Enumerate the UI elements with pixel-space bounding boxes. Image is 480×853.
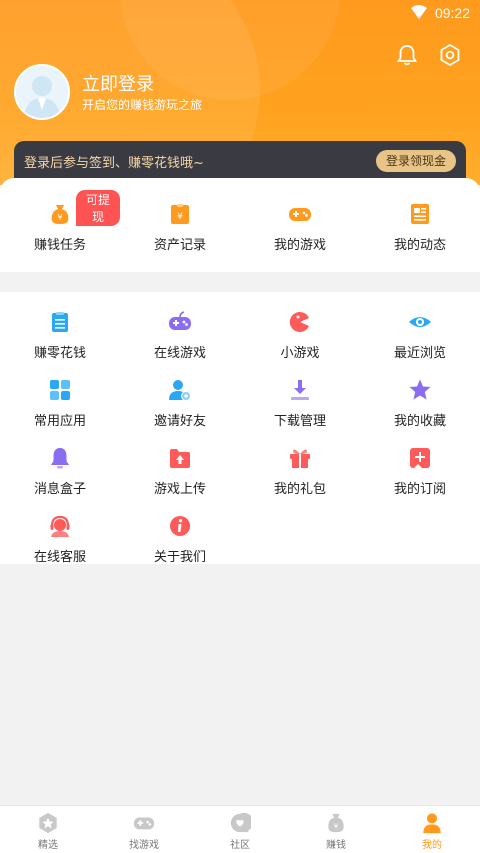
avatar[interactable] — [14, 64, 70, 120]
menu-item-customer-service[interactable]: 在线客服 — [0, 514, 120, 565]
folder-upload-icon — [170, 449, 190, 468]
bottom-tab-bar: 精选 找游戏 社区 ¥ 赚钱 我的 — [0, 805, 480, 853]
menu-item-mini-games[interactable]: 小游戏 — [240, 310, 360, 361]
tab-label: 精选 — [38, 840, 58, 851]
subscribe-icon — [410, 448, 430, 468]
online-game-icon — [169, 311, 191, 330]
quick-action-earn-task[interactable]: 可提现 ¥ 赚钱任务 — [0, 190, 120, 253]
menu-card: 赚零花钱 在线游戏 小游戏 最近浏览 常用应用 邀请好友 下载管理 我的收藏 消… — [0, 292, 480, 565]
quick-action-asset-record[interactable]: ¥ 资产记录 — [120, 202, 240, 253]
menu-item-common-apps[interactable]: 常用应用 — [0, 378, 120, 429]
invite-user-icon — [169, 380, 191, 401]
tab-featured[interactable]: 精选 — [0, 806, 96, 853]
quick-action-label: 资产记录 — [153, 238, 206, 253]
menu-item-label: 赚零花钱 — [33, 346, 86, 361]
menu-item-label: 小游戏 — [280, 346, 320, 361]
menu-item-label: 我的礼包 — [273, 482, 326, 497]
svg-text:¥: ¥ — [334, 822, 339, 831]
tab-mine[interactable]: 我的 — [384, 806, 480, 853]
menu-item-message-box[interactable]: 消息盒子 — [0, 446, 120, 497]
default-avatar-icon — [24, 76, 60, 118]
menu-item-invite-friends[interactable]: 邀请好友 — [120, 378, 240, 429]
tab-label: 社区 — [230, 840, 250, 851]
download-icon — [291, 380, 309, 400]
quick-actions-card: 可提现 ¥ 赚钱任务 ¥ 资产记录 我的游戏 我的动态 — [0, 178, 480, 272]
login-subtitle: 开启您的赚钱游玩之旅 — [82, 98, 203, 112]
settings-icon[interactable] — [437, 42, 463, 68]
status-time: 09:22 — [434, 5, 470, 21]
menu-item-recent-browse[interactable]: 最近浏览 — [360, 310, 480, 361]
tab-label: 赚钱 — [326, 840, 346, 851]
menu-item-label: 下载管理 — [273, 414, 326, 429]
asset-record-icon: ¥ — [171, 204, 189, 224]
customer-service-icon — [50, 515, 70, 537]
status-bar: 09:22 — [0, 0, 480, 26]
menu-item-label: 最近浏览 — [393, 346, 446, 361]
quick-action-my-games[interactable]: 我的游戏 — [240, 202, 360, 253]
menu-item-game-upload[interactable]: 游戏上传 — [120, 446, 240, 497]
menu-item-online-games[interactable]: 在线游戏 — [120, 310, 240, 361]
menu-item-download-manager[interactable]: 下载管理 — [240, 378, 360, 429]
pacman-icon — [289, 311, 309, 332]
login-title[interactable]: 立即登录 — [82, 70, 154, 96]
bell-message-icon — [51, 448, 69, 469]
quick-action-my-news[interactable]: 我的动态 — [360, 202, 480, 253]
apps-grid-icon — [50, 380, 70, 400]
quick-action-label: 赚钱任务 — [33, 238, 86, 253]
menu-item-label: 我的订阅 — [393, 482, 446, 497]
star-tab-icon — [39, 812, 57, 834]
money-tab-icon: ¥ — [328, 813, 344, 833]
chat-tab-icon — [230, 812, 251, 833]
quick-action-label: 我的游戏 — [273, 238, 326, 253]
quick-action-label: 我的动态 — [393, 238, 446, 253]
menu-item-label: 消息盒子 — [33, 482, 86, 497]
person-tab-icon — [423, 813, 441, 834]
withdrawable-badge: 可提现 — [76, 190, 120, 226]
menu-item-about-us[interactable]: 关于我们 — [120, 514, 240, 565]
menu-item-earn-pocket-money[interactable]: 赚零花钱 — [0, 310, 120, 361]
menu-item-my-favorites[interactable]: 我的收藏 — [360, 378, 480, 429]
menu-item-label: 我的收藏 — [393, 414, 446, 429]
gift-icon — [290, 449, 310, 468]
tab-find-games[interactable]: 找游戏 — [96, 806, 192, 853]
menu-item-my-gifts[interactable]: 我的礼包 — [240, 446, 360, 497]
menu-item-label: 邀请好友 — [153, 414, 206, 429]
menu-item-label: 在线游戏 — [153, 346, 206, 361]
tab-label: 找游戏 — [129, 840, 159, 851]
login-banner: 登录后参与签到、赚零花钱哦~ 登录领现金 — [14, 141, 466, 181]
wifi-icon — [411, 5, 427, 19]
menu-item-label: 常用应用 — [33, 414, 86, 429]
gamepad-tab-icon — [133, 817, 155, 830]
tab-label: 我的 — [422, 840, 442, 851]
menu-item-label: 游戏上传 — [153, 482, 206, 497]
menu-item-label: 在线客服 — [33, 550, 86, 565]
star-icon — [409, 379, 431, 400]
tab-earn-money[interactable]: ¥ 赚钱 — [288, 806, 384, 853]
tab-community[interactable]: 社区 — [192, 806, 288, 853]
info-icon — [170, 516, 190, 536]
menu-item-label: 关于我们 — [153, 550, 206, 565]
svg-text:¥: ¥ — [177, 212, 183, 222]
menu-item-my-subscriptions[interactable]: 我的订阅 — [360, 446, 480, 497]
profile-header: 09:22 立即登录 开启您的赚钱游玩之旅 登录后参与签到、赚零花钱哦~ 登录领… — [0, 0, 480, 185]
news-icon — [411, 204, 429, 224]
gamepad-icon — [289, 208, 311, 221]
eye-icon — [409, 317, 431, 327]
login-cash-button[interactable]: 登录领现金 — [375, 150, 456, 172]
bell-icon[interactable] — [394, 42, 420, 68]
money-bag-icon: ¥ — [51, 205, 69, 224]
clipboard-list-icon — [52, 312, 68, 332]
banner-text: 登录后参与签到、赚零花钱哦~ — [24, 156, 204, 171]
svg-text:¥: ¥ — [57, 213, 62, 222]
